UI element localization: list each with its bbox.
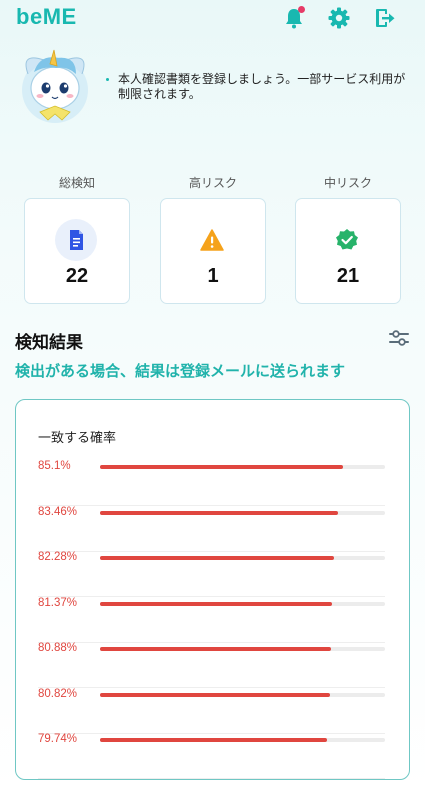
result-row[interactable]: 80.82% (38, 688, 385, 734)
stat-card-medium-risk[interactable]: 21 (295, 198, 401, 304)
result-percentage: 80.88% (38, 642, 78, 654)
stat-value-total: 22 (65, 265, 89, 287)
filter-sliders-icon[interactable] (388, 330, 410, 346)
stat-label-medium-risk: 中リスク (323, 176, 372, 190)
result-row[interactable]: 79.74% (38, 733, 385, 779)
result-row[interactable]: 82.28% (38, 551, 385, 597)
result-percentage: 79.74% (38, 733, 78, 745)
settings-gear-icon[interactable] (327, 6, 351, 30)
stat-card-total[interactable]: 22 (24, 198, 130, 304)
result-progress-fill (100, 647, 331, 651)
app-logo[interactable]: beME (16, 4, 77, 30)
logout-icon[interactable] (373, 6, 397, 30)
result-progress-track (100, 510, 385, 515)
result-percentage: 85.1% (38, 460, 71, 472)
section-title: 検知結果 (15, 333, 83, 353)
result-progress-track (100, 465, 385, 469)
result-progress-track (100, 692, 385, 697)
result-percentage: 80.82% (38, 687, 78, 700)
app-header: beME (0, 0, 425, 36)
stat-label-high-risk: 高リスク (188, 176, 237, 190)
section-subtitle: 検出がある場合、結果は登録メールに送られます (15, 362, 346, 380)
result-progress-fill (100, 738, 328, 742)
result-progress-fill (100, 465, 343, 469)
stat-value-high-risk: 1 (207, 265, 219, 287)
results-card: 一致する確率 85.1% 83.46% 82.28% 81.37% 80.88% 80.8… (15, 399, 410, 780)
stat-label-total: 総検知 (58, 176, 95, 190)
result-progress-fill (100, 510, 338, 515)
result-progress-track (100, 556, 385, 560)
result-percentage: 83.46% (38, 505, 78, 518)
unicorn-mascot-image (10, 44, 100, 134)
result-row[interactable]: 80.88% (38, 642, 385, 688)
result-progress-track (100, 738, 385, 742)
stat-card-high-risk[interactable]: 1 (160, 198, 266, 304)
notice-text: 本人確認書類を登録しましょう。一部サービス利用が制限されます。 (118, 72, 406, 101)
result-row[interactable]: 81.37% (38, 597, 385, 643)
result-progress-track (100, 601, 385, 606)
stat-value-medium-risk: 21 (336, 265, 360, 287)
check-badge-icon (324, 217, 370, 263)
result-progress-fill (100, 692, 331, 697)
notification-bell-icon[interactable] (282, 6, 306, 30)
result-progress-track (100, 647, 385, 651)
notification-dot (298, 6, 305, 13)
result-percentage: 81.37% (38, 596, 78, 609)
document-icon (53, 217, 99, 263)
id-registration-notice[interactable]: 本人確認書類を登録しましょう。一部サービス利用が制限されます。 (106, 72, 406, 102)
result-percentage: 82.28% (38, 551, 78, 563)
notice-bullet (106, 78, 109, 81)
result-progress-fill (100, 556, 335, 560)
results-title: 一致する確率 (38, 431, 117, 446)
warning-icon (189, 217, 235, 263)
result-row[interactable]: 83.46% (38, 506, 385, 552)
result-progress-fill (100, 601, 332, 606)
result-row[interactable]: 85.1% (38, 460, 385, 506)
